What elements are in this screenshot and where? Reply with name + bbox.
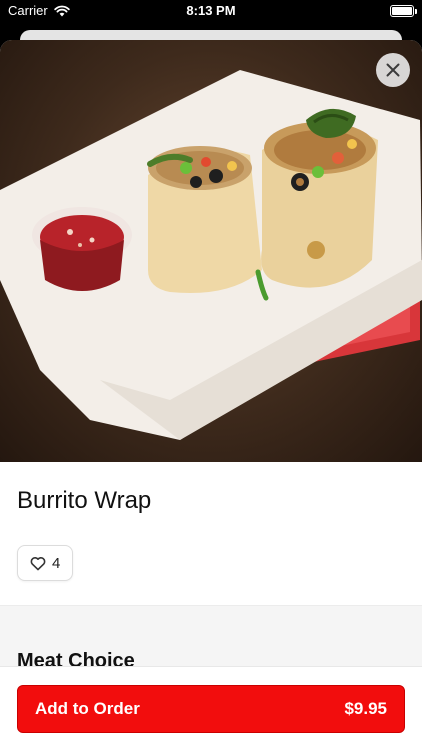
status-bar: Carrier 8:13 PM bbox=[0, 0, 422, 22]
burrito-illustration bbox=[0, 70, 422, 440]
clock: 8:13 PM bbox=[186, 3, 236, 18]
like-button[interactable]: 4 bbox=[17, 545, 74, 581]
close-button[interactable] bbox=[376, 53, 410, 87]
item-detail-sheet: Burrito Wrap 4 Meat Choice Add to Order … bbox=[0, 40, 422, 750]
item-title: Burrito Wrap bbox=[17, 487, 152, 514]
close-icon bbox=[386, 63, 400, 77]
order-footer: Add to Order $9.95 bbox=[0, 666, 422, 750]
battery-fill bbox=[392, 7, 412, 15]
price-label: $9.95 bbox=[344, 699, 387, 718]
likes-count: 4 bbox=[52, 554, 61, 572]
add-to-order-button[interactable]: Add to Order $9.95 bbox=[17, 685, 405, 733]
battery-icon bbox=[390, 5, 417, 17]
heart-icon bbox=[30, 556, 46, 570]
item-photo bbox=[0, 40, 422, 462]
add-to-order-label: Add to Order bbox=[35, 699, 140, 718]
